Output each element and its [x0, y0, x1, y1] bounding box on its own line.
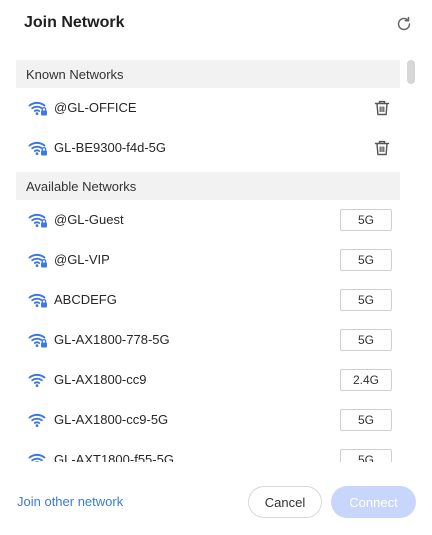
trash-icon[interactable] — [373, 139, 391, 157]
network-ssid: @GL-Guest — [54, 212, 124, 227]
wifi-icon — [28, 453, 46, 462]
network-ssid: GL-AXT1800-f55-5G — [54, 452, 174, 462]
trash-icon[interactable] — [373, 99, 391, 117]
wifi-locked-icon — [28, 333, 47, 348]
available-network-row[interactable]: @GL-Guest 5G — [16, 200, 400, 240]
network-ssid: GL-AX1800-cc9-5G — [54, 412, 169, 427]
band-badge: 5G — [340, 409, 392, 431]
network-ssid: @GL-VIP — [54, 252, 110, 267]
wifi-icon — [28, 413, 46, 427]
available-network-row[interactable]: GL-AX1800-cc9-5G 5G — [16, 400, 400, 440]
wifi-icon — [28, 373, 46, 387]
network-ssid: GL-BE9300-f4d-5G — [54, 140, 167, 155]
wifi-locked-icon — [28, 101, 47, 116]
available-network-row[interactable]: GL-AXT1800-f55-5G 5G — [16, 440, 400, 462]
band-badge: 5G — [340, 329, 392, 351]
wifi-locked-icon — [28, 213, 47, 228]
network-ssid: GL-AX1800-778-5G — [54, 332, 170, 347]
network-list[interactable]: Known Networks @GL-OFFICE GL-BE9300-f4d-5… — [16, 60, 400, 462]
network-ssid: ABCDEFG — [54, 292, 117, 307]
available-network-row[interactable]: ABCDEFG 5G — [16, 280, 400, 320]
band-badge: 5G — [340, 209, 392, 231]
network-ssid: @GL-OFFICE — [54, 100, 137, 115]
available-network-row[interactable]: GL-AX1800-778-5G 5G — [16, 320, 400, 360]
known-networks-header: Known Networks — [16, 60, 400, 88]
join-other-network-link[interactable]: Join other network — [17, 494, 123, 509]
band-badge: 5G — [340, 249, 392, 271]
network-ssid: GL-AX1800-cc9 — [54, 372, 147, 387]
available-network-row[interactable]: @GL-VIP 5G — [16, 240, 400, 280]
band-badge: 2.4G — [340, 369, 392, 391]
refresh-icon[interactable] — [395, 15, 413, 33]
known-network-row[interactable]: @GL-OFFICE — [16, 88, 400, 128]
wifi-locked-icon — [28, 141, 47, 156]
band-badge: 5G — [340, 289, 392, 311]
wifi-locked-icon — [28, 293, 47, 308]
available-networks-list: @GL-Guest 5G @GL-VIP 5G ABCDEFG 5G GL-AX1800-7… — [16, 200, 400, 462]
cancel-button[interactable]: Cancel — [248, 486, 322, 518]
dialog-header: Join Network — [0, 0, 432, 50]
available-networks-header: Available Networks — [16, 172, 400, 200]
known-network-row[interactable]: GL-BE9300-f4d-5G — [16, 128, 400, 168]
wifi-locked-icon — [28, 253, 47, 268]
dialog-title: Join Network — [24, 14, 125, 31]
known-networks-list: @GL-OFFICE GL-BE9300-f4d-5G — [16, 88, 400, 168]
list-scrollbar[interactable] — [407, 60, 415, 84]
band-badge: 5G — [340, 449, 392, 462]
connect-button[interactable]: Connect — [331, 486, 416, 518]
available-network-row[interactable]: GL-AX1800-cc9 2.4G — [16, 360, 400, 400]
